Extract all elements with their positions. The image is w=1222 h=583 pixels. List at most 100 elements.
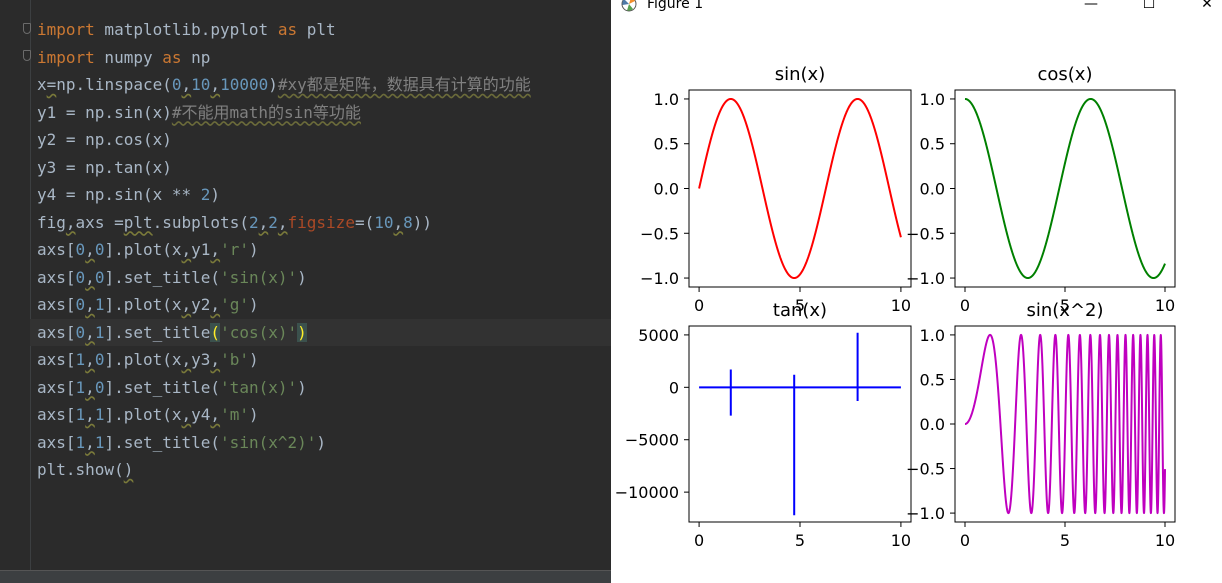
window-titlebar[interactable]: Figure 1 — ☐ ✕: [611, 0, 1222, 22]
code-token: ].plot(x: [104, 240, 182, 259]
series-line: [699, 332, 901, 516]
code-line[interactable]: y4 = np.sin(x ** 2): [37, 181, 531, 209]
code-token: axs[: [37, 295, 76, 314]
code-token: ,: [210, 405, 221, 424]
figure-canvas: sin(x) 0 5 10 1.0 0.5 0.0 −0.5 −1.0 cos(x) 0 5 10 1.0…: [615, 64, 1176, 550]
x-tick-label: 10: [891, 296, 911, 315]
y-tick-label: 0.5: [920, 370, 945, 389]
fold-marker-icon[interactable]: [23, 50, 31, 61]
code-token: ,: [258, 212, 269, 232]
code-token: ,: [210, 75, 221, 94]
code-token: ,: [277, 212, 288, 232]
subplot-3: tan(x) 0 5 10 5000 0 −5000 −10000: [615, 300, 912, 550]
code-token: plt.show(: [37, 460, 124, 479]
code-line[interactable]: axs[1,0].plot(x,y3,'b'): [37, 346, 531, 374]
editor-gutter: [0, 0, 31, 570]
code-token: ,: [85, 377, 95, 397]
y-tick-label: −0.5: [906, 460, 945, 479]
code-line[interactable]: axs[1,1].set_title('sin(x^2)'): [37, 429, 531, 457]
code-token: 0: [94, 240, 105, 259]
code-token: 'r': [220, 240, 249, 259]
code-token: 'g': [220, 295, 249, 314]
subplot-4: sin(x^2) 0 5 10 1.0 0.5 0.0 −0.5 −1.0: [906, 300, 1176, 550]
code-token: ): [297, 377, 307, 397]
code-token: 1: [94, 405, 105, 424]
code-token: 1: [94, 322, 105, 342]
minimize-button[interactable]: —: [1076, 0, 1106, 14]
code-token: (: [210, 322, 221, 342]
code-token: ,: [210, 240, 221, 259]
code-token: 'm': [220, 405, 249, 424]
subplot-1: sin(x)0 5 101.00.50.0−0.5−1.0: [640, 64, 912, 315]
y-tick-label: 1.0: [920, 90, 945, 109]
code-line[interactable]: axs[1,0].set_title('tan(x)'): [37, 374, 531, 402]
code-token: 0: [75, 322, 86, 342]
code-token: figsize: [287, 212, 355, 232]
code-token: as: [277, 20, 298, 39]
code-token: 2: [200, 185, 211, 204]
y-tick-label: 5000: [638, 326, 679, 345]
code-token: import: [37, 20, 95, 39]
fold-marker-icon[interactable]: [23, 23, 31, 34]
x-tick-label: 5: [795, 531, 805, 550]
code-line[interactable]: import matplotlib.pyplot as plt: [37, 16, 531, 44]
code-token: 1: [75, 432, 86, 452]
code-token: np.linspace(: [56, 75, 172, 94]
axes-frame: [954, 89, 1176, 288]
code-token: axs[: [37, 267, 76, 287]
code-token: as: [162, 47, 182, 67]
code-token: 10000: [220, 75, 269, 94]
x-tick-label: 0: [960, 296, 970, 315]
code-line[interactable]: axs[0,1].plot(x,y2,'g'): [37, 291, 531, 319]
code-token: ,: [210, 295, 221, 314]
series-line: [698, 97, 902, 280]
y-tick-label: 0.5: [654, 135, 679, 154]
maximize-button[interactable]: ☐: [1134, 0, 1164, 14]
code-token: ,: [85, 432, 95, 452]
close-button[interactable]: ✕: [1192, 0, 1222, 14]
code-token: ,: [393, 212, 404, 232]
x-tick-label: 0: [960, 531, 970, 550]
code-token: ,: [85, 322, 95, 342]
code-token: y3 = np.tan(x): [37, 157, 172, 177]
code-token: ): [248, 405, 259, 424]
code-line[interactable]: axs[0,0].set_title('sin(x)'): [37, 264, 531, 292]
code-token: axs[: [37, 377, 76, 397]
code-token: axs[: [37, 322, 76, 342]
y-tick-label: −10000: [615, 483, 679, 502]
code-line[interactable]: import numpy as np: [37, 44, 531, 72]
code-token: y2: [191, 295, 211, 314]
code-line[interactable]: x=np.linspace(0,10,10000)#xy都是矩阵，数据具有计算的…: [37, 71, 531, 99]
code-token: ): [210, 185, 221, 204]
code-token: axs[: [37, 240, 76, 259]
code-line[interactable]: y2 = np.cos(x): [37, 126, 531, 154]
editor-scrollbar[interactable]: [0, 570, 611, 583]
code-token: #不能用math的sin等功能: [171, 102, 361, 122]
code-line[interactable]: y1 = np.sin(x)#不能用math的sin等功能: [37, 99, 531, 127]
code-token: 1: [75, 405, 86, 424]
code-line[interactable]: plt.show(): [37, 456, 531, 484]
code-token: 0: [75, 295, 86, 314]
code-token: 10: [374, 212, 394, 232]
code-token: )): [412, 212, 433, 232]
code-line[interactable]: axs[0,1].set_title('cos(x)'): [30, 318, 611, 347]
code-token: ,: [85, 350, 95, 369]
code-line[interactable]: axs[1,1].plot(x,y4,'m'): [37, 401, 531, 429]
code-token: ].set_title(: [104, 377, 221, 397]
y-tick-label: 0.0: [920, 180, 945, 199]
code-token: axs[: [37, 405, 76, 424]
code-line[interactable]: y3 = np.tan(x): [37, 154, 531, 182]
code-line[interactable]: fig,axs =plt.subplots(2,2,figsize=(10,8)…: [37, 209, 531, 237]
x-tick-label: 0: [694, 531, 704, 550]
code-area[interactable]: import matplotlib.pyplot as plt import nu…: [30, 16, 611, 484]
code-token: 1: [75, 377, 86, 397]
series-line: [964, 97, 1166, 280]
code-token: ,: [65, 212, 76, 232]
code-token: y2 = np.cos(x): [37, 130, 172, 149]
x-tick-label: 10: [1155, 531, 1175, 550]
code-editor[interactable]: import matplotlib.pyplot as plt import nu…: [0, 0, 611, 583]
y-tick-label: −1.0: [906, 504, 945, 523]
y-tick-label: −1.0: [640, 269, 679, 288]
code-line[interactable]: axs[0,0].plot(x,y1,'r'): [37, 236, 531, 264]
code-token: 'sin(x)': [220, 267, 298, 287]
